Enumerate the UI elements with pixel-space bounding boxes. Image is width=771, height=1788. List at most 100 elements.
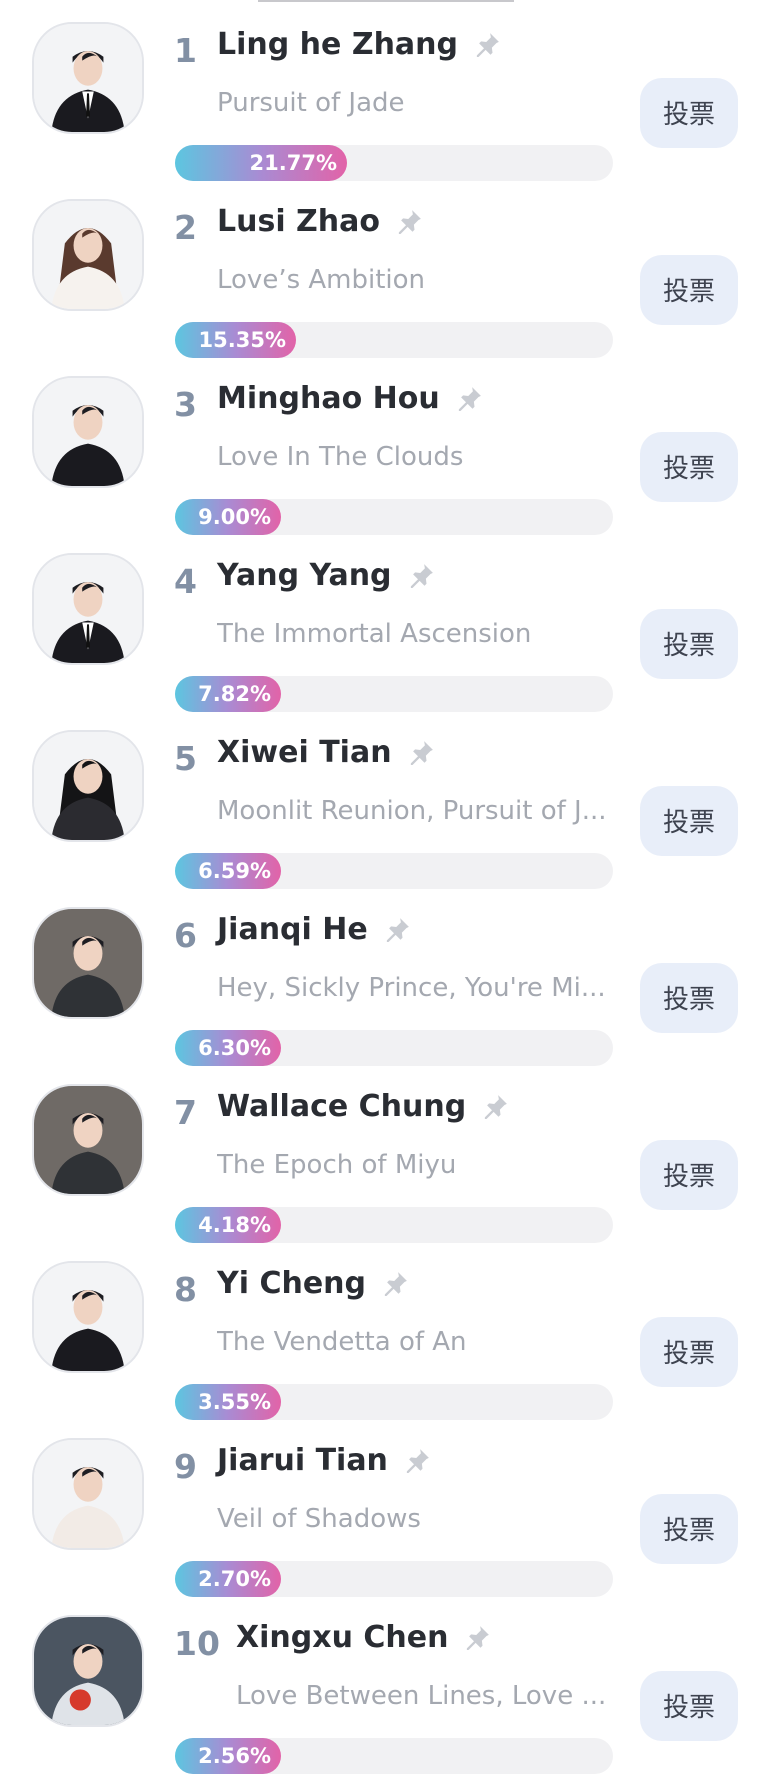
avatar[interactable] (32, 1261, 144, 1373)
pin-icon[interactable] (472, 30, 502, 60)
vote-share-bar: 2.70% (175, 1561, 613, 1597)
avatar[interactable] (32, 730, 144, 842)
vote-share-fill: 4.18% (175, 1207, 281, 1243)
name-line: Wallace Chung (217, 1089, 510, 1125)
ranking-row: 10 Xingxu Chen Love Between Lines, Love ..… (0, 1593, 771, 1774)
celebrity-name[interactable]: Minghao Hou (217, 381, 440, 417)
pin-icon[interactable] (406, 738, 436, 768)
vote-share-label: 2.56% (198, 1744, 271, 1768)
pin-icon[interactable] (454, 384, 484, 414)
vote-button[interactable]: 投票 (640, 1671, 738, 1741)
drama-title: Love In The Clouds (217, 442, 464, 472)
vote-button[interactable]: 投票 (640, 786, 738, 856)
vote-share-bar: 6.30% (175, 1030, 613, 1066)
avatar[interactable] (32, 1084, 144, 1196)
vote-share-fill: 7.82% (175, 676, 281, 712)
pin-icon[interactable] (406, 561, 436, 591)
vote-button[interactable]: 投票 (640, 1494, 738, 1564)
celebrity-name[interactable]: Lusi Zhao (217, 204, 380, 240)
vote-share-bar: 7.82% (175, 676, 613, 712)
vote-share-label: 4.18% (198, 1213, 271, 1237)
rank-number: 8 (174, 1270, 197, 1309)
avatar[interactable] (32, 376, 144, 488)
drama-title: The Immortal Ascension (217, 619, 532, 649)
vote-button[interactable]: 投票 (640, 255, 738, 325)
name-line: Xingxu Chen (236, 1620, 492, 1656)
vote-share-label: 6.30% (198, 1036, 271, 1060)
pin-icon[interactable] (382, 915, 412, 945)
vote-button[interactable]: 投票 (640, 78, 738, 148)
drama-title: Moonlit Reunion, Pursuit of J... (217, 796, 607, 826)
vote-share-bar: 6.59% (175, 853, 613, 889)
rank-number: 9 (174, 1447, 197, 1486)
avatar[interactable] (32, 1438, 144, 1550)
drama-title: The Epoch of Miyu (217, 1150, 457, 1180)
rank-number: 10 (174, 1624, 220, 1663)
drama-title: Love’s Ambition (217, 265, 426, 295)
rank-number: 2 (174, 208, 197, 247)
vote-share-fill: 3.55% (175, 1384, 281, 1420)
rank-number: 7 (174, 1093, 197, 1132)
ranking-row: 4 Yang Yang The Immortal Ascension 7.82% 投票 (0, 531, 771, 712)
drama-title: Love Between Lines, Love ... (236, 1681, 607, 1711)
vote-share-bar: 15.35% (175, 322, 613, 358)
ranking-row: 8 Yi Cheng The Vendetta of An 3.55% 投票 (0, 1239, 771, 1420)
vote-share-label: 3.55% (198, 1390, 271, 1414)
vote-button[interactable]: 投票 (640, 609, 738, 679)
ranking-row: 5 Xiwei Tian Moonlit Reunion, Pursuit of J… (0, 708, 771, 889)
vote-share-fill: 9.00% (175, 499, 281, 535)
ranking-row: 6 Jianqi He Hey, Sickly Prince, You're Mi.… (0, 885, 771, 1066)
avatar[interactable] (32, 199, 144, 311)
vote-button[interactable]: 投票 (640, 1317, 738, 1387)
celebrity-name[interactable]: Yang Yang (217, 558, 392, 594)
vote-share-bar: 3.55% (175, 1384, 613, 1420)
vote-button[interactable]: 投票 (640, 1140, 738, 1210)
ranking-row: 1 Ling he Zhang Pursuit of Jade 21.77% 投票 (0, 0, 771, 181)
celebrity-name[interactable]: Xiwei Tian (217, 735, 392, 771)
vote-share-label: 21.77% (249, 151, 337, 175)
vote-share-bar: 21.77% (175, 145, 613, 181)
avatar[interactable] (32, 907, 144, 1019)
vote-share-fill: 21.77% (175, 145, 347, 181)
celebrity-name[interactable]: Ling he Zhang (217, 27, 458, 63)
drama-title: Pursuit of Jade (217, 88, 405, 118)
vote-share-bar: 4.18% (175, 1207, 613, 1243)
pin-icon[interactable] (480, 1092, 510, 1122)
name-line: Xiwei Tian (217, 735, 436, 771)
name-line: Jiarui Tian (217, 1443, 432, 1479)
vote-share-label: 6.59% (198, 859, 271, 883)
name-line: Lusi Zhao (217, 204, 424, 240)
name-line: Yang Yang (217, 558, 436, 594)
celebrity-name[interactable]: Wallace Chung (217, 1089, 466, 1125)
ranking-row: 9 Jiarui Tian Veil of Shadows 2.70% 投票 (0, 1416, 771, 1597)
drama-title: Hey, Sickly Prince, You're Mi... (217, 973, 606, 1003)
pin-icon[interactable] (380, 1269, 410, 1299)
vote-share-bar: 9.00% (175, 499, 613, 535)
celebrity-name[interactable]: Jiarui Tian (217, 1443, 388, 1479)
celebrity-name[interactable]: Yi Cheng (217, 1266, 366, 1302)
rank-number: 3 (174, 385, 197, 424)
avatar[interactable] (32, 22, 144, 134)
vote-button[interactable]: 投票 (640, 432, 738, 502)
pin-icon[interactable] (402, 1446, 432, 1476)
avatar[interactable] (32, 553, 144, 665)
avatar[interactable] (32, 1615, 144, 1727)
pin-icon[interactable] (462, 1623, 492, 1653)
vote-share-fill: 6.30% (175, 1030, 281, 1066)
name-line: Yi Cheng (217, 1266, 410, 1302)
name-line: Minghao Hou (217, 381, 484, 417)
celebrity-name[interactable]: Jianqi He (217, 912, 368, 948)
celebrity-name[interactable]: Xingxu Chen (236, 1620, 448, 1656)
ranking-row: 7 Wallace Chung The Epoch of Miyu 4.18% 投票 (0, 1062, 771, 1243)
vote-share-fill: 6.59% (175, 853, 281, 889)
pin-icon[interactable] (394, 207, 424, 237)
drama-title: The Vendetta of An (217, 1327, 467, 1357)
drama-title: Veil of Shadows (217, 1504, 421, 1534)
rank-number: 6 (174, 916, 197, 955)
vote-share-label: 7.82% (198, 682, 271, 706)
vote-share-label: 15.35% (198, 328, 286, 352)
rank-number: 4 (174, 562, 197, 601)
vote-share-label: 2.70% (198, 1567, 271, 1591)
vote-button[interactable]: 投票 (640, 963, 738, 1033)
vote-share-fill: 2.56% (175, 1738, 281, 1774)
